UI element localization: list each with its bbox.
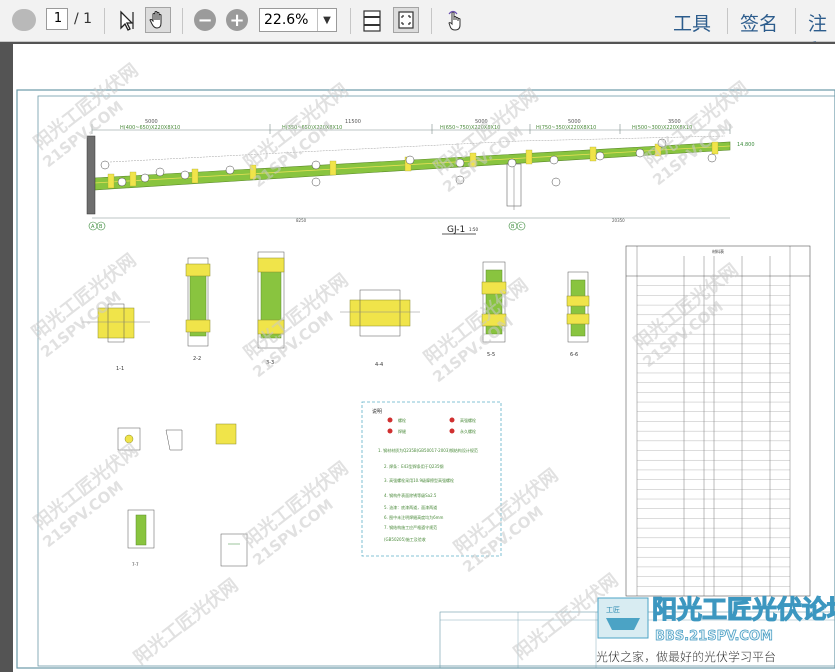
note-line: 3. 高强螺栓采用10.9级摩擦型高强螺栓 (384, 477, 454, 483)
axis-label: B (511, 224, 515, 230)
watermark-text: 阳光工匠光伏网 (130, 574, 243, 669)
page-down-button[interactable] (14, 9, 36, 31)
separator (795, 8, 796, 34)
section-label: 7-7 (132, 562, 139, 567)
section-label: 1-1 (116, 366, 124, 372)
section-label: 4-4 (375, 362, 383, 368)
elevation-label: 14.800 (737, 142, 755, 148)
note-line: 6. 图中未注明焊缝高度均为6mm (384, 514, 444, 520)
hand-tool-icon[interactable] (145, 7, 171, 33)
note-line: 2. 焊条：E43型焊条用于Q235钢 (384, 463, 444, 469)
zoom-select[interactable]: 22.6% ▼ (259, 8, 337, 32)
svg-text:工匠: 工匠 (606, 606, 620, 614)
legend-item: 永久螺栓 (460, 428, 476, 434)
section-label: 2-2 (193, 356, 201, 362)
note-line: 5. 油漆：底漆两道，面漆两道 (384, 504, 437, 510)
document-page: 5000 11500 5000 5000 3500 H(400~650)X220… (13, 44, 835, 672)
zoom-value: 22.6% (264, 12, 309, 28)
section-label: 5-5 (487, 352, 495, 358)
sign-menu[interactable]: 签名 (740, 9, 778, 36)
frame-title: GJ-1 (447, 225, 465, 235)
fit-page-icon[interactable] (393, 7, 419, 33)
frame-scale: 1:50 (469, 227, 478, 232)
brand-name: 阳光工匠光伏论坛 (652, 595, 835, 624)
axis-label: C (519, 224, 523, 230)
member-label: H(400~650)X220X8X10 (120, 125, 180, 131)
cad-drawing: 5000 11500 5000 5000 3500 H(400~650)X220… (16, 59, 835, 669)
separator (182, 8, 183, 34)
toolbar: ↑ 1 / 1 − + 22.6% ▼ 工具 签名 注释 (0, 0, 835, 62)
select-tool-icon[interactable] (115, 9, 139, 33)
table-title: 材料表 (712, 248, 724, 254)
page-total: / 1 (74, 11, 93, 27)
touch-mode-icon[interactable] (443, 8, 467, 34)
legend-item: 螺栓 (398, 417, 406, 423)
separator (727, 8, 728, 34)
dim-label: 11500 (345, 119, 361, 125)
note-line: 4. 钢构件表面除锈等级Sa2.5 (384, 492, 437, 498)
svg-text:20350: 20350 (612, 218, 625, 223)
member-label: H(750~350)X220X8X10 (536, 125, 596, 131)
note-line: (GB50205)施工及验收 (384, 536, 426, 542)
axis-label: A (91, 224, 95, 230)
separator (104, 8, 105, 34)
note-line: 7. 钢结构施工应严格遵守规范 (384, 524, 437, 530)
material-table: 材料表 (625, 245, 811, 597)
axis-label: B (99, 224, 103, 230)
notes-title: 说明 (372, 408, 382, 415)
note-line: 1. 钢材材质为Q235B(GB50017-2003)钢结构设计规范 (378, 447, 478, 453)
section-label: 6-6 (570, 352, 578, 358)
brand-url: BBS.21SPV.COM (655, 629, 773, 644)
separator (350, 8, 351, 34)
page-number-input[interactable]: 1 (46, 8, 68, 30)
zoom-in-button[interactable]: + (226, 9, 248, 31)
svg-text:8250: 8250 (296, 218, 307, 223)
chevron-down-icon[interactable]: ▼ (317, 9, 336, 31)
fit-width-icon[interactable] (360, 8, 384, 34)
tools-menu[interactable]: 工具 (673, 9, 711, 36)
zoom-out-button[interactable]: − (194, 9, 216, 31)
legend-item: 焊缝 (398, 428, 406, 434)
separator (431, 8, 432, 34)
legend-item: 高强螺栓 (460, 417, 476, 423)
brand-logo: 工匠 (597, 597, 649, 639)
brand-slogan: 光伏之家，做最好的光伏学习平台 (596, 649, 776, 664)
section-details: 1-1 2-2 3-3 4-4 5-5 6-6 (82, 251, 590, 372)
